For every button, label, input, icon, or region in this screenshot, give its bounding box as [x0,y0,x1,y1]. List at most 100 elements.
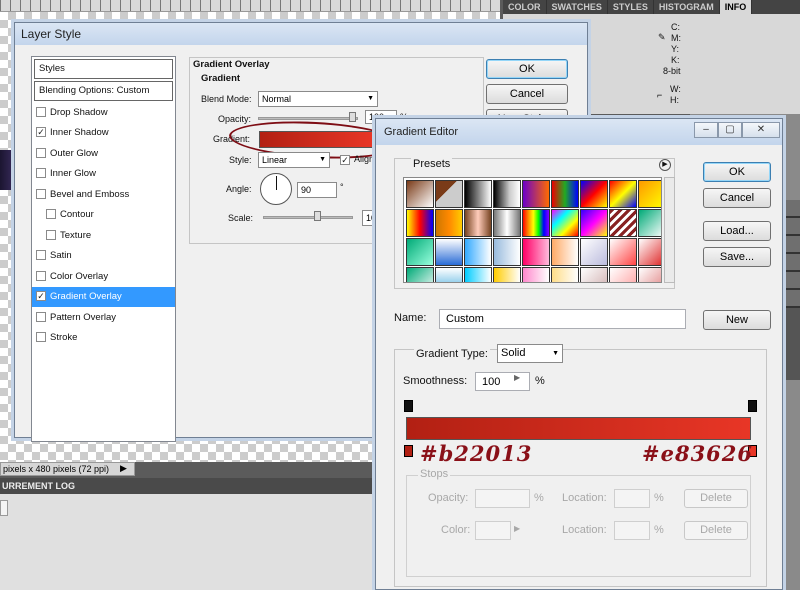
scale-slider[interactable] [263,216,353,219]
preset-swatch[interactable] [406,238,434,266]
checkbox-icon[interactable] [36,250,46,261]
collapsed-panel-3[interactable] [785,236,800,254]
close-icon[interactable]: ✕ [742,122,780,138]
stop-color-arrow-icon[interactable]: ▶ [514,524,520,533]
checkbox-icon[interactable] [36,312,46,323]
save-button[interactable]: Save... [703,247,771,267]
tab-info[interactable]: INFO [719,0,753,14]
delete-opacity-stop-button[interactable]: Delete [684,489,748,508]
checkbox-icon[interactable] [36,107,46,118]
minimize-icon[interactable]: – [694,122,718,138]
stop-opacity-input[interactable] [475,489,530,508]
checkbox-icon[interactable] [46,230,56,241]
collapsed-panel-6[interactable] [785,290,800,308]
style-satin[interactable]: Satin [32,246,175,266]
align-checkbox[interactable]: ✓ Align [340,154,374,165]
log-panel-button[interactable] [0,500,8,516]
preset-swatch[interactable] [464,180,492,208]
tab-swatches[interactable]: SWATCHES [547,0,608,14]
gradient-type-select[interactable]: Solid ▼ [497,344,563,363]
preset-swatch[interactable] [609,267,637,282]
preset-swatch[interactable] [551,238,579,266]
preset-swatch[interactable] [580,267,608,282]
angle-input[interactable]: 90 [297,182,337,198]
cancel-button[interactable]: Cancel [703,188,771,208]
checkbox-checked-icon[interactable]: ✓ [36,291,46,302]
gradient-preview-bar[interactable] [406,417,751,440]
style-color-overlay[interactable]: Color Overlay [32,267,175,287]
checkbox-icon[interactable] [36,271,46,282]
preset-swatch[interactable] [580,238,608,266]
preset-swatch[interactable] [609,180,637,208]
smoothness-arrow-icon[interactable]: ▶ [514,373,520,382]
color-stop-left[interactable] [404,445,413,457]
preset-swatch[interactable] [493,209,521,237]
preset-swatch[interactable] [493,238,521,266]
style-contour[interactable]: Contour [32,205,175,225]
new-button[interactable]: New [703,310,771,330]
layer-style-titlebar[interactable]: Layer Style [15,23,587,45]
checkbox-checked-icon[interactable]: ✓ [36,127,46,138]
smoothness-input[interactable]: 100 [475,372,530,391]
maximize-icon[interactable]: ▢ [718,122,742,138]
preset-swatch[interactable] [551,209,579,237]
collapsed-panel-5[interactable] [785,272,800,290]
preset-swatch[interactable] [464,267,492,282]
opacity-stop-left[interactable] [404,400,413,412]
preset-swatch[interactable] [464,238,492,266]
checkbox-icon[interactable] [36,189,46,200]
style-pattern-overlay[interactable]: Pattern Overlay [32,308,175,328]
style-select[interactable]: Linear ▼ [258,152,330,168]
preset-swatch[interactable] [609,209,637,237]
preset-swatch[interactable] [406,180,434,208]
status-menu-arrow-icon[interactable]: ▶ [120,463,127,474]
preset-swatch[interactable] [493,180,521,208]
preset-swatch[interactable] [609,238,637,266]
checkbox-checked-icon[interactable]: ✓ [340,154,350,165]
cancel-button[interactable]: Cancel [486,84,568,104]
name-input[interactable]: Custom [439,309,686,329]
style-texture[interactable]: Texture [32,226,175,246]
tab-histogram[interactable]: HISTOGRAM [654,0,720,14]
preset-swatch[interactable] [435,267,463,282]
preset-swatch[interactable] [435,209,463,237]
tab-color[interactable]: COLOR [503,0,547,14]
stop-color-swatch[interactable] [475,521,511,540]
presets-scrollbar[interactable] [664,177,675,283]
preset-swatch[interactable] [638,180,661,208]
preset-swatch[interactable] [522,209,550,237]
preset-swatch[interactable] [435,180,463,208]
ok-button[interactable]: OK [486,59,568,79]
style-stroke[interactable]: Stroke [32,328,175,348]
tab-styles[interactable]: STYLES [608,0,654,14]
preset-swatch[interactable] [435,238,463,266]
ok-button[interactable]: OK [703,162,771,182]
style-gradient-overlay[interactable]: ✓ Gradient Overlay [32,287,175,307]
styles-header[interactable]: Styles [34,59,173,79]
preset-swatch[interactable] [522,267,550,282]
collapsed-panel-2[interactable] [785,218,800,236]
angle-dial[interactable] [260,173,292,205]
style-bevel-emboss[interactable]: Bevel and Emboss [32,185,175,205]
preset-swatch[interactable] [638,209,661,237]
preset-swatch[interactable] [551,180,579,208]
opacity-stop-right[interactable] [748,400,757,412]
preset-swatch[interactable] [638,267,661,282]
preset-swatch[interactable] [493,267,521,282]
collapsed-panel-1[interactable] [785,200,800,218]
stop-color-location-input[interactable] [614,521,650,540]
checkbox-icon[interactable] [36,168,46,179]
checkbox-icon[interactable] [36,332,46,343]
opacity-slider[interactable] [258,117,358,120]
preset-swatch[interactable] [406,267,434,282]
checkbox-icon[interactable] [46,209,56,220]
delete-color-stop-button[interactable]: Delete [684,521,748,540]
blend-mode-select[interactable]: Normal ▼ [258,91,378,107]
measurement-log-tab[interactable]: URREMENT LOG [0,478,380,494]
checkbox-icon[interactable] [36,148,46,159]
preset-swatch[interactable] [580,180,608,208]
style-inner-shadow[interactable]: ✓ Inner Shadow [32,123,175,143]
preset-swatch[interactable] [551,267,579,282]
scale-slider-knob[interactable] [314,211,321,221]
style-inner-glow[interactable]: Inner Glow [32,164,175,184]
